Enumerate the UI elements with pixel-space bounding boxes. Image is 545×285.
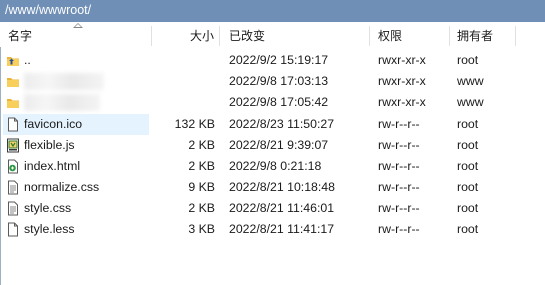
row-folder[interactable]: 2022/9/8 17:03:13 rwxr-xr-x www [0, 71, 545, 92]
file-permissions: rw-r--r-- [378, 222, 420, 236]
file-permissions: rwxr-xr-x [378, 74, 426, 88]
file-permissions: rw-r--r-- [378, 159, 420, 173]
file-owner: root [457, 159, 479, 173]
row-file[interactable]: index.html 2 KB 2022/9/8 0:21:18 rw-r--r… [0, 156, 545, 177]
file-owner: root [457, 117, 479, 131]
file-modified: 2022/9/8 17:03:13 [229, 74, 329, 88]
column-divider[interactable] [449, 26, 450, 46]
row-folder[interactable]: 2022/9/8 17:05:42 rwxr-xr-x www [0, 92, 545, 113]
row-file[interactable]: favicon.ico 132 KB 2022/8/23 11:50:27 rw… [0, 114, 545, 135]
folder-icon [7, 99, 19, 108]
file-name: style.css [24, 201, 72, 215]
folder-icon [7, 78, 19, 87]
file-owner: root [457, 180, 479, 194]
text-file-icon [8, 180, 18, 195]
file-owner: root [457, 222, 479, 236]
file-permissions: rw-r--r-- [378, 180, 420, 194]
js-file-icon [7, 138, 19, 153]
file-permissions: rw-r--r-- [378, 201, 420, 215]
file-modified: 2022/9/2 15:19:17 [229, 53, 329, 67]
file-modified: 2022/8/23 11:50:27 [229, 117, 335, 131]
file-permissions: rwxr-xr-x [378, 95, 426, 109]
blurred-folder-name [24, 94, 100, 111]
row-file[interactable]: style.less 3 KB 2022/8/21 11:41:17 rw-r-… [0, 219, 545, 240]
column-permissions[interactable]: 权限 [378, 27, 402, 44]
file-size: 2 KB [188, 201, 215, 215]
file-list[interactable]: 名字 大小 已改变 权限 拥有者 .. 2022/9/2 15:19:17 rw… [0, 22, 545, 285]
file-icon [8, 222, 18, 237]
column-divider[interactable] [151, 26, 152, 46]
column-size[interactable]: 大小 [190, 27, 214, 44]
column-divider[interactable] [219, 26, 220, 46]
file-modified: 2022/8/21 11:46:01 [229, 201, 335, 215]
file-icon [8, 117, 18, 132]
file-owner: root [457, 201, 479, 215]
file-modified: 2022/9/8 0:21:18 [229, 159, 322, 173]
folder-up-icon [7, 57, 19, 66]
file-permissions: rw-r--r-- [378, 117, 420, 131]
path-bar[interactable]: /www/wwwroot/ [0, 0, 545, 23]
row-parent-folder[interactable]: .. 2022/9/2 15:19:17 rwxr-xr-x root [0, 50, 545, 71]
column-header: 名字 大小 已改变 权限 拥有者 [0, 22, 545, 47]
file-name: favicon.ico [24, 117, 83, 131]
column-divider[interactable] [515, 26, 516, 46]
column-owner[interactable]: 拥有者 [457, 27, 493, 44]
file-name: index.html [24, 159, 81, 173]
file-name: flexible.js [24, 138, 75, 152]
file-modified: 2022/8/21 11:41:17 [229, 222, 335, 236]
file-owner: root [457, 53, 479, 67]
file-modified: 2022/8/21 10:18:48 [229, 180, 335, 194]
row-file[interactable]: normalize.css 9 KB 2022/8/21 10:18:48 rw… [0, 177, 545, 198]
row-file[interactable]: style.css 2 KB 2022/8/21 11:46:01 rw-r--… [0, 198, 545, 219]
file-owner: www [457, 95, 484, 109]
file-name: normalize.css [24, 180, 100, 194]
file-modified: 2022/8/21 9:39:07 [229, 138, 329, 152]
column-name[interactable]: 名字 [8, 27, 32, 44]
current-path: /www/wwwroot/ [5, 3, 92, 17]
row-file[interactable]: flexible.js 2 KB 2022/8/21 9:39:07 rw-r-… [0, 135, 545, 156]
file-owner: www [457, 74, 484, 88]
file-permissions: rwxr-xr-x [378, 53, 426, 67]
column-modified[interactable]: 已改变 [229, 27, 265, 44]
column-divider[interactable] [369, 26, 370, 46]
file-size: 2 KB [188, 159, 215, 173]
file-size: 132 KB [174, 117, 215, 131]
file-name: style.less [24, 222, 75, 236]
sort-ascending-icon [73, 23, 83, 28]
file-name: .. [24, 53, 31, 67]
file-size: 2 KB [188, 138, 215, 152]
text-file-icon [8, 201, 18, 216]
html-file-icon [8, 159, 18, 174]
file-size: 9 KB [188, 180, 215, 194]
file-owner: root [457, 138, 479, 152]
blurred-folder-name [24, 73, 104, 90]
file-modified: 2022/9/8 17:05:42 [229, 95, 329, 109]
file-permissions: rw-r--r-- [378, 138, 420, 152]
file-size: 3 KB [188, 222, 215, 236]
